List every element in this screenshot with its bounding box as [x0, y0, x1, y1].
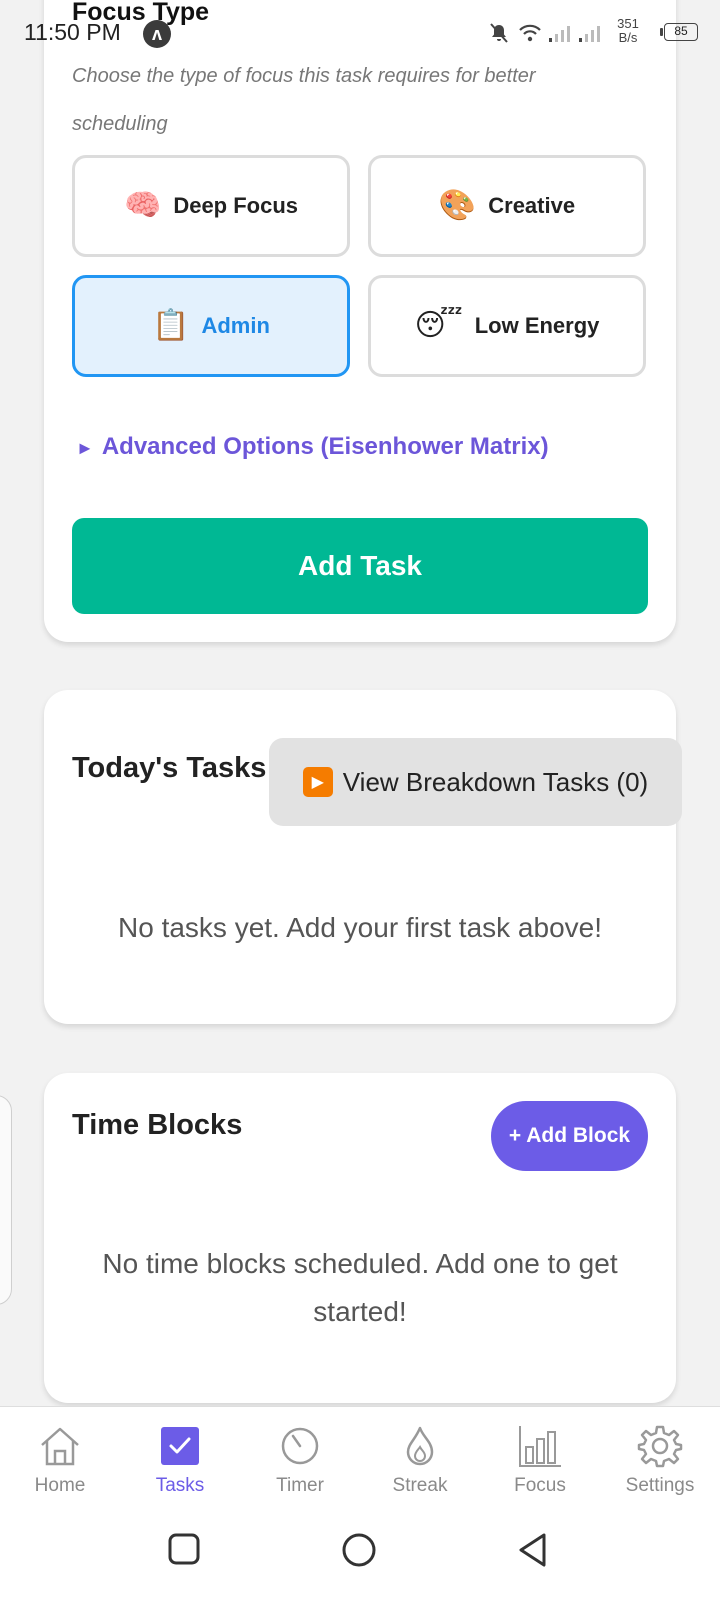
network-speed-unit: B/s — [618, 30, 638, 45]
focus-type-title: Focus Type — [72, 0, 210, 26]
wifi-icon — [519, 24, 541, 42]
nav-label-settings: Settings — [625, 1475, 695, 1496]
nav-item-settings[interactable]: Settings — [600, 1407, 720, 1513]
time-blocks-title: Time Blocks — [72, 1109, 243, 1141]
clipboard-icon: 📋 — [152, 309, 190, 342]
add-block-button[interactable]: + Add Block — [491, 1101, 648, 1171]
side-panel-edge[interactable] — [0, 1095, 12, 1305]
battery-icon: 85 — [660, 23, 698, 41]
nav-item-tasks[interactable]: Tasks — [120, 1407, 240, 1513]
network-speed-value: 351 — [617, 16, 639, 31]
todays-tasks-title: Today's Tasks — [72, 752, 267, 784]
network-speed: 351 B/s — [612, 17, 644, 45]
focus-option-label: Admin — [201, 313, 270, 338]
focus-type-description: Choose the type of focus this task requi… — [72, 65, 536, 135]
palette-icon: 🎨 — [438, 189, 477, 222]
mute-icon — [490, 23, 508, 43]
brain-icon: 🧠 — [123, 189, 162, 222]
bar-chart-icon — [517, 1423, 563, 1469]
nav-label-streak: Streak — [392, 1475, 448, 1496]
home-circle-icon[interactable] — [341, 1532, 377, 1568]
view-breakdown-tasks-label: View Breakdown Tasks (0) — [342, 766, 649, 797]
sleepy-face-icon: 😴 — [414, 309, 463, 342]
nav-label-tasks: Tasks — [155, 1475, 205, 1496]
nav-label-home: Home — [34, 1475, 86, 1496]
timer-icon — [277, 1423, 323, 1469]
tasks-empty-message: No tasks yet. Add your first task above! — [118, 912, 602, 943]
focus-option-label: Creative — [488, 193, 576, 218]
expand-triangle-icon: ► — [76, 438, 94, 458]
back-icon[interactable] — [516, 1532, 550, 1568]
focus-option-admin[interactable]: 📋 Admin — [72, 275, 350, 377]
recent-apps-icon[interactable] — [167, 1532, 201, 1566]
focus-option-deep-focus[interactable]: 🧠 Deep Focus — [72, 155, 350, 257]
nav-label-timer: Timer — [276, 1475, 324, 1496]
advanced-options-toggle[interactable]: ► Advanced Options (Eisenhower Matrix) — [76, 433, 549, 461]
nav-item-home[interactable]: Home — [0, 1407, 120, 1513]
focus-option-label: Deep Focus — [173, 193, 299, 218]
status-icons: 351 B/s 85 — [488, 16, 698, 50]
focus-option-label: Low Energy — [474, 313, 600, 338]
focus-option-low-energy[interactable]: 😴 Low Energy — [368, 275, 646, 377]
focus-option-creative[interactable]: 🎨 Creative — [368, 155, 646, 257]
advanced-options-label: Advanced Options (Eisenhower Matrix) — [101, 433, 549, 460]
gear-icon — [637, 1423, 683, 1469]
home-icon — [37, 1423, 83, 1469]
nav-item-focus[interactable]: Focus — [480, 1407, 600, 1513]
play-icon: ▶ — [302, 767, 333, 797]
time-blocks-empty-message: No time blocks scheduled. Add one to get… — [102, 1248, 618, 1327]
nav-label-focus: Focus — [514, 1475, 566, 1496]
signal-icon — [549, 26, 600, 42]
tasks-icon — [157, 1423, 203, 1469]
nav-item-timer[interactable]: Timer — [240, 1407, 360, 1513]
view-breakdown-tasks-button[interactable]: ▶ View Breakdown Tasks (0) — [269, 738, 682, 826]
bottom-navigation: Home Tasks Timer Streak Focus Settings — [0, 1406, 720, 1512]
nav-item-streak[interactable]: Streak — [360, 1407, 480, 1513]
add-task-button[interactable]: Add Task — [72, 518, 648, 614]
flame-icon — [397, 1423, 443, 1469]
system-navigation-bar — [0, 1512, 720, 1600]
